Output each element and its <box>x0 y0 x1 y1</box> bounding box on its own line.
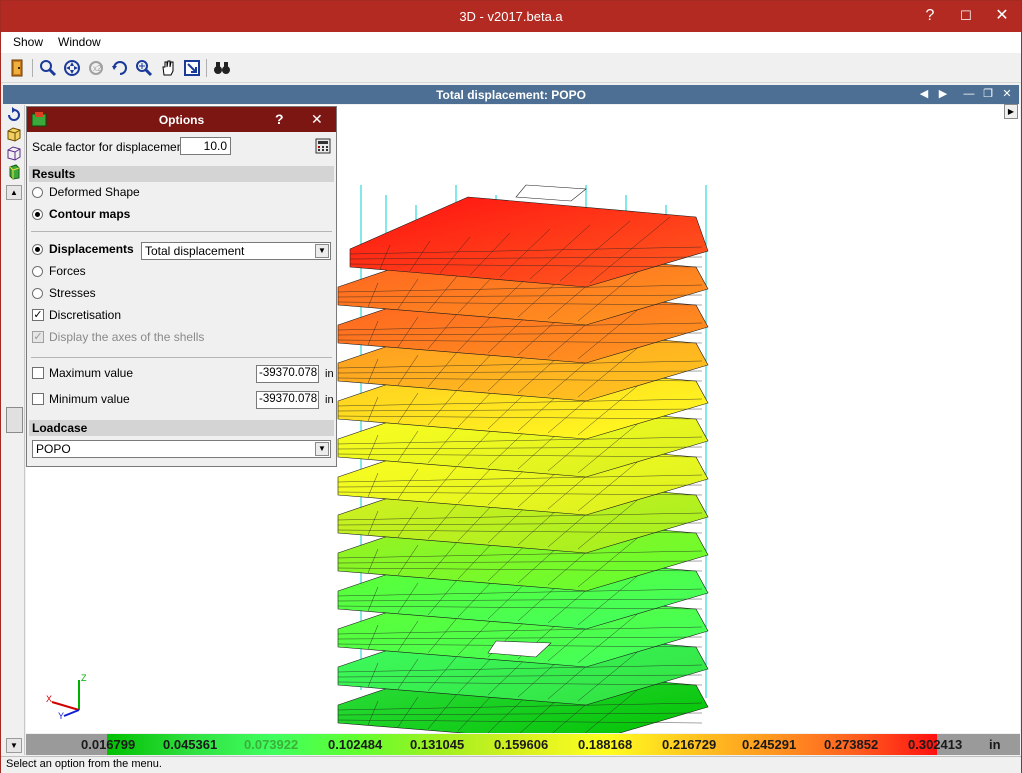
maximize-button[interactable]: ☐ <box>952 5 980 27</box>
scale-factor-input[interactable]: 10.0 <box>180 137 231 155</box>
color-legend: 0.016799 0.045361 0.073922 0.102484 0.13… <box>26 734 1020 755</box>
divider <box>31 231 332 232</box>
legend-value: 0.131045 <box>410 737 465 752</box>
minimum-unit-label: in <box>325 394 334 406</box>
document-header: Total displacement: POPO ◀ ▶ — ❐ ✕ <box>3 85 1019 104</box>
loadcase-section-header: Loadcase <box>29 420 334 436</box>
discretisation-checkbox[interactable]: ✓ <box>32 309 44 321</box>
forces-label[interactable]: Forces <box>49 264 86 278</box>
menu-window[interactable]: Window <box>58 35 101 49</box>
wire-box-icon[interactable] <box>6 145 22 161</box>
shell-axes-label: Display the axes of the shells <box>49 330 205 344</box>
slab-opening <box>515 184 587 202</box>
legend-value: 0.159606 <box>494 737 549 752</box>
svg-text:x2: x2 <box>93 64 102 73</box>
minimum-value-label[interactable]: Minimum value <box>49 392 130 406</box>
options-help-button[interactable]: ? <box>275 111 284 127</box>
deformed-shape-radio[interactable] <box>32 187 43 198</box>
options-title: Options <box>158 113 205 127</box>
zoom-in-icon[interactable] <box>134 58 154 78</box>
scale-factor-label: Scale factor for displacements <box>32 140 193 154</box>
stresses-label[interactable]: Stresses <box>49 286 96 300</box>
refresh-icon[interactable] <box>6 107 22 123</box>
zoom-window-icon[interactable]: x2 <box>86 58 106 78</box>
prev-view-button[interactable]: ◀ <box>916 86 932 102</box>
zoom-previous-icon[interactable] <box>38 58 58 78</box>
scroll-thumb[interactable] <box>6 407 23 433</box>
app-window: 3D - v2017.beta.a ? ☐ ✕ Show Window x2 T… <box>0 0 1022 773</box>
loadcase-select[interactable]: POPO ▼ <box>32 440 331 458</box>
menu-show[interactable]: Show <box>13 35 43 49</box>
options-title-bar: Options ? ✕ <box>27 107 336 132</box>
legend-value: 0.188168 <box>578 737 633 752</box>
scroll-down-button[interactable]: ▼ <box>6 738 22 753</box>
window-title: 3D - v2017.beta.a <box>459 9 563 24</box>
loadcase-value: POPO <box>36 442 71 456</box>
exit-icon[interactable] <box>8 58 28 78</box>
zoom-extents-icon[interactable] <box>182 58 202 78</box>
chevron-down-icon[interactable]: ▼ <box>315 442 329 456</box>
displacement-type-value: Total displacement <box>145 244 245 258</box>
doc-minimize-button[interactable]: — <box>961 86 977 102</box>
displacements-radio[interactable] <box>32 244 43 255</box>
legend-value: 0.102484 <box>328 737 383 752</box>
toolbar-separator <box>206 59 207 77</box>
legend-value: 0.016799 <box>81 737 136 752</box>
zoom-all-icon[interactable] <box>62 58 82 78</box>
shell-axes-checkbox: ✓ <box>32 331 44 343</box>
box-view-icon[interactable] <box>6 126 22 142</box>
minimum-value-input[interactable]: -39370.078 <box>256 391 319 409</box>
chevron-down-icon[interactable]: ▼ <box>315 244 329 258</box>
svg-text:Y: Y <box>58 711 64 720</box>
close-button[interactable]: ✕ <box>988 5 1016 27</box>
scroll-up-button[interactable]: ▲ <box>6 185 22 200</box>
viewport-scroll-right-button[interactable]: ▶ <box>1004 104 1018 119</box>
help-button[interactable]: ? <box>916 5 944 27</box>
results-section-header: Results <box>29 166 334 182</box>
deformed-shape-label[interactable]: Deformed Shape <box>49 185 140 199</box>
status-bar: Select an option from the menu. <box>1 756 1021 773</box>
toolbar: x2 <box>1 54 1021 83</box>
pan-hand-icon[interactable] <box>158 58 178 78</box>
options-panel: Options ? ✕ Scale factor for displacemen… <box>26 106 337 467</box>
divider <box>31 357 332 358</box>
find-binoculars-icon[interactable] <box>212 58 232 78</box>
options-close-button[interactable]: ✕ <box>311 111 323 128</box>
contour-maps-radio[interactable] <box>32 209 43 220</box>
maximum-value-checkbox[interactable] <box>32 367 44 379</box>
title-bar: 3D - v2017.beta.a ? ☐ ✕ <box>1 1 1021 32</box>
rotate-icon[interactable] <box>110 58 130 78</box>
menu-bar: Show Window <box>1 32 1021 53</box>
maximum-value-label[interactable]: Maximum value <box>49 366 133 380</box>
maximum-unit-label: in <box>325 368 334 380</box>
legend-value: 0.302413 <box>908 737 963 752</box>
status-text: Select an option from the menu. <box>6 758 162 770</box>
discretisation-label[interactable]: Discretisation <box>49 308 121 322</box>
legend-value: 0.245291 <box>742 737 797 752</box>
displacement-type-select[interactable]: Total displacement ▼ <box>141 242 331 260</box>
stresses-radio[interactable] <box>32 288 43 299</box>
maximum-value-input[interactable]: -39370.078 <box>256 365 319 383</box>
view-toolbar: ▲ ▼ <box>3 105 25 755</box>
next-view-button[interactable]: ▶ <box>935 86 951 102</box>
document-title: Total displacement: POPO <box>436 88 586 102</box>
legend-unit: in <box>989 737 1001 752</box>
svg-text:Z: Z <box>81 673 87 683</box>
doc-restore-button[interactable]: ❐ <box>980 86 996 102</box>
legend-value: 0.073922 <box>244 737 299 752</box>
legend-value: 0.273852 <box>824 737 879 752</box>
contour-maps-label[interactable]: Contour maps <box>49 207 130 221</box>
solid-view-icon[interactable] <box>6 164 22 180</box>
displacements-label[interactable]: Displacements <box>49 242 134 256</box>
svg-text:X: X <box>46 694 52 704</box>
legend-value: 0.216729 <box>662 737 717 752</box>
calculator-icon[interactable] <box>315 138 331 154</box>
toolbar-separator <box>32 59 33 77</box>
axis-triad-icon: Z X Y <box>46 673 87 720</box>
legend-value: 0.045361 <box>163 737 218 752</box>
minimum-value-checkbox[interactable] <box>32 393 44 405</box>
doc-close-button[interactable]: ✕ <box>999 86 1015 102</box>
forces-radio[interactable] <box>32 266 43 277</box>
